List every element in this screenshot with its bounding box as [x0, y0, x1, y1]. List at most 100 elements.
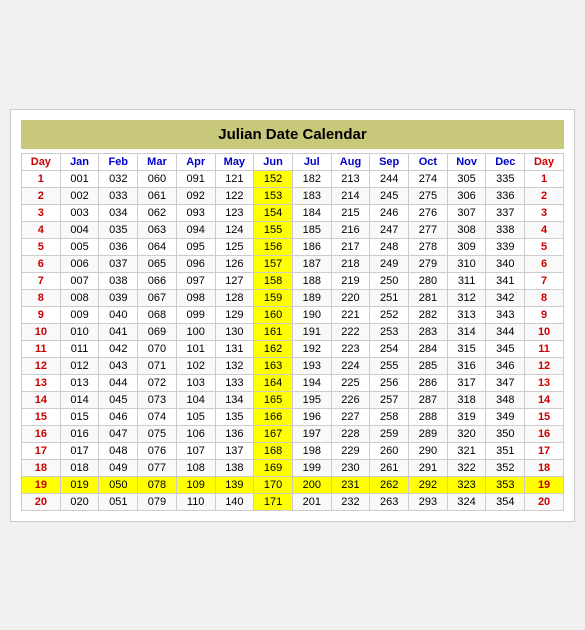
cell-jan: 013: [60, 374, 99, 391]
cell-oct: 276: [409, 204, 448, 221]
cell-sep: 258: [370, 408, 409, 425]
cell-feb: 043: [99, 357, 138, 374]
header-jun: Jun: [254, 153, 293, 170]
cell-jul: 199: [292, 459, 331, 476]
cell-nov: 311: [447, 272, 486, 289]
cell-mar: 072: [138, 374, 177, 391]
cell-aug: 219: [331, 272, 370, 289]
header-jul: Jul: [292, 153, 331, 170]
cell-apr: 097: [176, 272, 215, 289]
cell-jun: 165: [254, 391, 293, 408]
cell-jun: 166: [254, 408, 293, 425]
cell-oct: 287: [409, 391, 448, 408]
cell-apr: 103: [176, 374, 215, 391]
table-row: 1301304407210313316419422525628631734713: [22, 374, 564, 391]
cell-oct: 289: [409, 425, 448, 442]
cell-day: 9: [22, 306, 61, 323]
cell-day: 18: [22, 459, 61, 476]
cell-dec: 354: [486, 493, 525, 510]
cell-sep: 252: [370, 306, 409, 323]
cell-aug: 215: [331, 204, 370, 221]
cell-dec: 344: [486, 323, 525, 340]
cell-sep: 262: [370, 476, 409, 493]
cell-nov: 318: [447, 391, 486, 408]
cell-mar: 068: [138, 306, 177, 323]
cell-jan: 012: [60, 357, 99, 374]
header-day: Day: [22, 153, 61, 170]
cell-oct: 277: [409, 221, 448, 238]
cell-feb: 049: [99, 459, 138, 476]
cell-jul: 200: [292, 476, 331, 493]
cell-day-end: 8: [525, 289, 564, 306]
cell-apr: 092: [176, 187, 215, 204]
cell-feb: 042: [99, 340, 138, 357]
table-row: 50050360640951251561862172482783093395: [22, 238, 564, 255]
cell-jun: 168: [254, 442, 293, 459]
cell-apr: 102: [176, 357, 215, 374]
table-row: 40040350630941241551852162472773083384: [22, 221, 564, 238]
cell-day-end: 6: [525, 255, 564, 272]
cell-oct: 284: [409, 340, 448, 357]
cell-dec: 342: [486, 289, 525, 306]
table-row: 1001004106910013016119122225328331434410: [22, 323, 564, 340]
cell-nov: 309: [447, 238, 486, 255]
table-row: 2002005107911014017120123226329332435420: [22, 493, 564, 510]
cell-jun: 164: [254, 374, 293, 391]
cell-jun: 161: [254, 323, 293, 340]
cell-mar: 069: [138, 323, 177, 340]
cell-nov: 319: [447, 408, 486, 425]
cell-dec: 338: [486, 221, 525, 238]
cell-aug: 227: [331, 408, 370, 425]
cell-may: 129: [215, 306, 254, 323]
cell-day: 14: [22, 391, 61, 408]
cell-day: 6: [22, 255, 61, 272]
cell-aug: 223: [331, 340, 370, 357]
cell-day-end: 3: [525, 204, 564, 221]
header-sep: Sep: [370, 153, 409, 170]
cell-mar: 066: [138, 272, 177, 289]
cell-apr: 101: [176, 340, 215, 357]
cell-jul: 194: [292, 374, 331, 391]
cell-mar: 064: [138, 238, 177, 255]
cell-feb: 036: [99, 238, 138, 255]
cell-jul: 188: [292, 272, 331, 289]
table-row: 1501504607410513516619622725828831934915: [22, 408, 564, 425]
cell-jul: 193: [292, 357, 331, 374]
cell-nov: 322: [447, 459, 486, 476]
cell-jun: 162: [254, 340, 293, 357]
table-row: 10010320600911211521822132442743053351: [22, 170, 564, 187]
cell-feb: 051: [99, 493, 138, 510]
cell-dec: 346: [486, 357, 525, 374]
cell-may: 130: [215, 323, 254, 340]
cell-aug: 232: [331, 493, 370, 510]
cell-apr: 109: [176, 476, 215, 493]
cell-day: 10: [22, 323, 61, 340]
cell-jul: 195: [292, 391, 331, 408]
cell-jan: 019: [60, 476, 99, 493]
cell-oct: 279: [409, 255, 448, 272]
cell-apr: 107: [176, 442, 215, 459]
table-row: 1701704807610713716819822926029032135117: [22, 442, 564, 459]
table-row: 80080390670981281591892202512813123428: [22, 289, 564, 306]
cell-day: 11: [22, 340, 61, 357]
cell-feb: 048: [99, 442, 138, 459]
cell-oct: 283: [409, 323, 448, 340]
header-may: May: [215, 153, 254, 170]
cell-may: 124: [215, 221, 254, 238]
cell-oct: 286: [409, 374, 448, 391]
cell-day-end: 19: [525, 476, 564, 493]
cell-jun: 156: [254, 238, 293, 255]
table-row: 90090400680991291601902212522823133439: [22, 306, 564, 323]
table-row: 1601604707510613616719722825928932035016: [22, 425, 564, 442]
cell-jun: 167: [254, 425, 293, 442]
cell-jan: 014: [60, 391, 99, 408]
cell-jun: 163: [254, 357, 293, 374]
header-oct: Oct: [409, 153, 448, 170]
cell-jan: 001: [60, 170, 99, 187]
cell-day: 8: [22, 289, 61, 306]
cell-feb: 033: [99, 187, 138, 204]
cell-jul: 191: [292, 323, 331, 340]
cell-mar: 070: [138, 340, 177, 357]
cell-dec: 352: [486, 459, 525, 476]
cell-apr: 108: [176, 459, 215, 476]
